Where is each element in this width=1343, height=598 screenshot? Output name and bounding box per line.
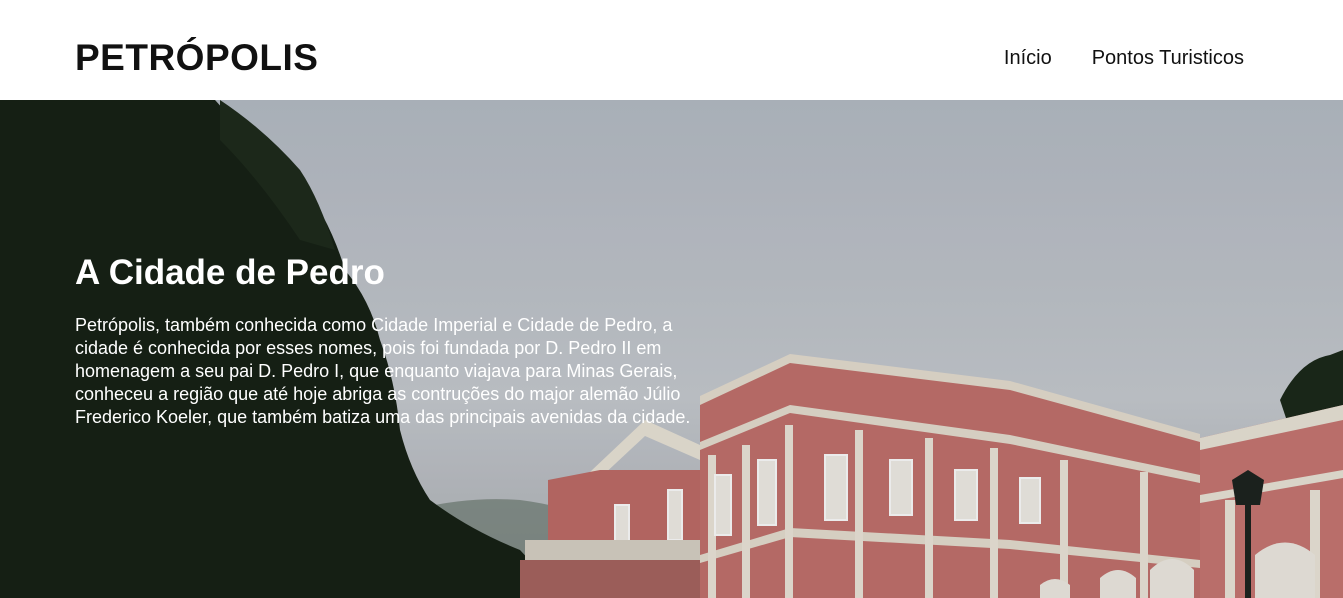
main-nav: Início Pontos Turisticos [1004, 46, 1244, 70]
hero-title: A Cidade de Pedro [75, 253, 385, 292]
site-header: PETRÓPOLIS Início Pontos Turisticos [0, 0, 1343, 100]
hero-section: A Cidade de Pedro Petrópolis, também con… [0, 100, 1343, 598]
nav-link-pontos-turisticos[interactable]: Pontos Turisticos [1092, 46, 1244, 70]
nav-link-inicio[interactable]: Início [1004, 46, 1052, 70]
hero-description: Petrópolis, também conhecida como Cidade… [75, 315, 691, 427]
site-logo[interactable]: PETRÓPOLIS [75, 36, 318, 80]
